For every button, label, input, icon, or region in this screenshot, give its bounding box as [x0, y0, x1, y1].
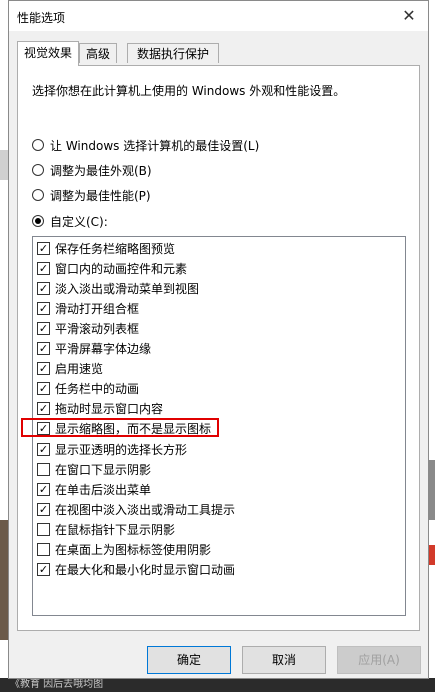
cancel-button[interactable]: 取消 [242, 646, 326, 674]
tab-data-execution-prevention[interactable]: 数据执行保护 [127, 43, 219, 63]
effect-item[interactable]: ✓ 在最大化和最小化时显示窗口动画 [37, 561, 235, 579]
effect-item[interactable]: 在鼠标指针下显示阴影 [37, 520, 175, 538]
checkbox-checked[interactable]: ✓ [37, 442, 50, 456]
effect-label: 淡入淡出或滑动菜单到视图 [55, 281, 200, 296]
radio-option[interactable]: 调整为最佳性能(P) [32, 186, 151, 204]
checkbox-checked[interactable]: ✓ [37, 402, 50, 416]
performance-options-dialog: 性能选项 ✕ 视觉效果 高级 数据执行保护 选择你想在此计算机上使用的 Wind… [8, 0, 429, 679]
effect-label: 在最大化和最小化时显示窗口动画 [55, 563, 236, 578]
checkbox-unchecked[interactable] [37, 522, 50, 536]
effect-label: 平滑屏幕字体边缘 [55, 342, 152, 356]
checkbox-checked[interactable]: ✓ [37, 502, 50, 516]
effect-item[interactable]: ✓ 淡入淡出或滑动菜单到视图 [37, 279, 199, 297]
checkbox-checked[interactable]: ✓ [37, 261, 50, 275]
radio-label: 让 Windows 选择计算机的最佳设置(L) [50, 138, 260, 153]
background-fragment [429, 460, 435, 520]
radio-option[interactable]: 调整为最佳外观(B) [32, 161, 152, 179]
title-bar[interactable]: 性能选项 ✕ [9, 1, 428, 31]
background-fragment [429, 545, 435, 565]
checkbox-checked[interactable]: ✓ [37, 342, 50, 355]
radio-button[interactable] [32, 189, 44, 201]
effects-list[interactable]: ✓ 保存任务栏缩略图预览 ✓ 窗口内的动画控件和元素 ✓ 淡入淡出或滑动菜单到视图 ✓ 滑动打… [32, 236, 406, 616]
effect-label: 显示亚透明的选择长方形 [55, 442, 188, 457]
effect-item[interactable]: ✓ 任务栏中的动画 [37, 380, 139, 398]
ok-button[interactable]: 确定 [147, 646, 231, 674]
effect-item[interactable]: ✓ 在单击后淡出菜单 [37, 480, 151, 498]
effect-label: 拖动时显示窗口内容 [55, 402, 164, 417]
effect-label: 启用速览 [55, 362, 104, 377]
radio-label: 自定义(C): [50, 214, 108, 229]
background-window-right [429, 0, 435, 692]
effect-item[interactable]: ✓ 拖动时显示窗口内容 [37, 400, 163, 418]
radio-label: 调整为最佳外观(B) [50, 163, 152, 178]
radio-option[interactable]: 自定义(C): [32, 212, 108, 230]
checkbox-checked[interactable]: ✓ [37, 321, 50, 335]
radio-button[interactable] [32, 215, 44, 227]
checkbox-checked[interactable]: ✓ [37, 482, 50, 496]
effect-label: 在桌面上为图标标签使用阴影 [55, 543, 212, 557]
background-text: 《教育 因后去哦均图 [10, 679, 104, 690]
checkbox-checked[interactable]: ✓ [37, 241, 50, 255]
effect-item[interactable]: ✓ 保存任务栏缩略图预览 [37, 239, 175, 257]
effect-label: 窗口内的动画控件和元素 [55, 261, 188, 276]
checkbox-checked[interactable]: ✓ [37, 382, 50, 396]
description-text: 选择你想在此计算机上使用的 Windows 外观和性能设置。 [32, 84, 346, 98]
effect-item[interactable]: ✓ 显示缩略图，而不是显示图标 [37, 420, 211, 438]
effect-label: 滑动打开组合框 [55, 301, 140, 316]
checkbox-checked[interactable]: ✓ [37, 362, 50, 376]
tab-visual-effects[interactable]: 视觉效果 [17, 41, 79, 66]
checkbox-unchecked[interactable] [37, 462, 50, 476]
effect-label: 显示缩略图，而不是显示图标 [55, 422, 212, 437]
effect-label: 平滑滚动列表框 [55, 321, 140, 336]
checkbox-checked[interactable]: ✓ [37, 563, 50, 577]
close-button[interactable]: ✕ [398, 5, 420, 27]
effect-label: 在视图中淡入淡出或滑动工具提示 [55, 502, 236, 517]
effect-label: 保存任务栏缩略图预览 [55, 241, 176, 256]
effect-item[interactable]: 在窗口下显示阴影 [37, 460, 151, 478]
effect-item[interactable]: ✓ 滑动打开组合框 [37, 299, 139, 317]
effect-item[interactable]: 在桌面上为图标标签使用阴影 [37, 541, 211, 559]
effect-item[interactable]: ✓ 在视图中淡入淡出或滑动工具提示 [37, 500, 235, 518]
effect-item[interactable]: ✓ 启用速览 [37, 360, 103, 378]
background-fragment [0, 150, 8, 180]
effect-label: 任务栏中的动画 [55, 382, 140, 397]
window-title: 性能选项 [17, 11, 66, 25]
effect-item[interactable]: ✓ 显示亚透明的选择长方形 [37, 440, 187, 458]
effect-label: 在窗口下显示阴影 [55, 462, 152, 477]
checkbox-checked[interactable]: ✓ [37, 281, 50, 295]
tab-advanced[interactable]: 高级 [79, 43, 117, 63]
apply-button[interactable]: 应用(A) [337, 646, 421, 674]
radio-label: 调整为最佳性能(P) [50, 188, 151, 203]
checkbox-checked[interactable]: ✓ [37, 422, 50, 436]
background-fragment [0, 520, 8, 640]
effect-label: 在单击后淡出菜单 [55, 482, 152, 497]
effect-label: 在鼠标指针下显示阴影 [55, 522, 176, 537]
background-taskbar: 《教育 因后去哦均图 [0, 678, 435, 692]
effect-item[interactable]: ✓ 平滑滚动列表框 [37, 319, 139, 337]
background-window-left [0, 0, 8, 692]
checkbox-unchecked[interactable] [37, 543, 50, 556]
radio-button[interactable] [32, 139, 44, 151]
radio-option[interactable]: 让 Windows 选择计算机的最佳设置(L) [32, 136, 259, 154]
effect-item[interactable]: ✓ 平滑屏幕字体边缘 [37, 340, 151, 358]
checkbox-checked[interactable]: ✓ [37, 301, 50, 315]
effect-item[interactable]: ✓ 窗口内的动画控件和元素 [37, 259, 187, 277]
visual-effects-panel: 选择你想在此计算机上使用的 Windows 外观和性能设置。 让 Windows… [17, 65, 420, 631]
radio-button[interactable] [32, 164, 44, 176]
close-icon: ✕ [402, 6, 416, 25]
